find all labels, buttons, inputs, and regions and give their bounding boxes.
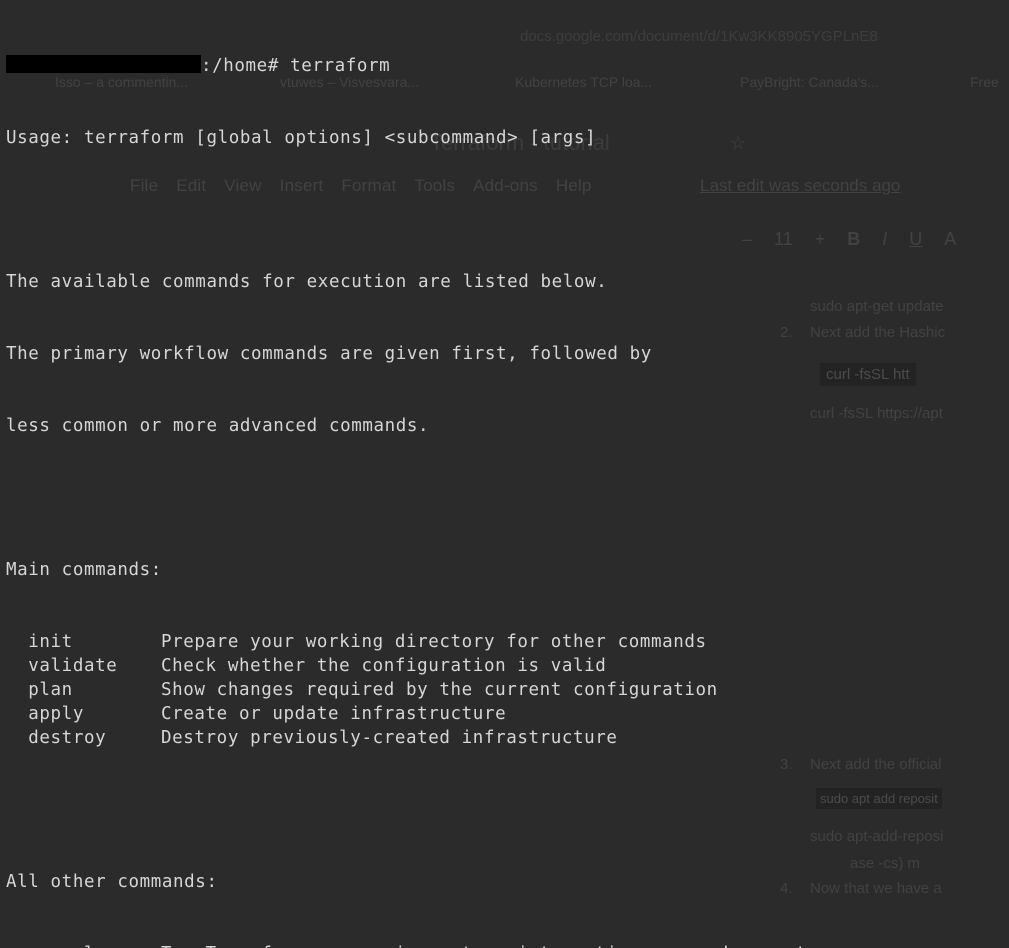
command-name: init [6,630,161,654]
command-row: consoleTry Terraform expressions at an i… [6,942,1003,948]
command-name: destroy [6,726,161,750]
command-name: console [6,942,161,948]
desc-line: less common or more advanced commands. [6,414,1003,438]
terminal-output[interactable]: :/home# terraform Usage: terraform [glob… [0,0,1009,948]
command-desc: Show changes required by the current con… [161,680,718,700]
command-name: plan [6,678,161,702]
command-row: applyCreate or update infrastructure [6,702,1003,726]
desc-line: The available commands for execution are… [6,270,1003,294]
prompt-suffix: :/home# terraform [201,56,390,76]
command-desc: Try Terraform expressions at an interact… [161,944,807,948]
command-name: validate [6,654,161,678]
redacted-hostname [6,55,201,73]
command-row: destroyDestroy previously-created infras… [6,726,1003,750]
command-row: initPrepare your working directory for o… [6,630,1003,654]
command-row: validateCheck whether the configuration … [6,654,1003,678]
section-heading-main: Main commands: [6,558,1003,582]
command-name: apply [6,702,161,726]
command-row: planShow changes required by the current… [6,678,1003,702]
terminal-prompt-line: :/home# terraform [6,54,1003,78]
command-desc: Destroy previously-created infrastructur… [161,728,618,748]
command-desc: Create or update infrastructure [161,704,506,724]
section-heading-other: All other commands: [6,870,1003,894]
usage-line: Usage: terraform [global options] <subco… [6,126,1003,150]
command-desc: Prepare your working directory for other… [161,632,707,652]
desc-line: The primary workflow commands are given … [6,342,1003,366]
command-desc: Check whether the configuration is valid [161,656,606,676]
